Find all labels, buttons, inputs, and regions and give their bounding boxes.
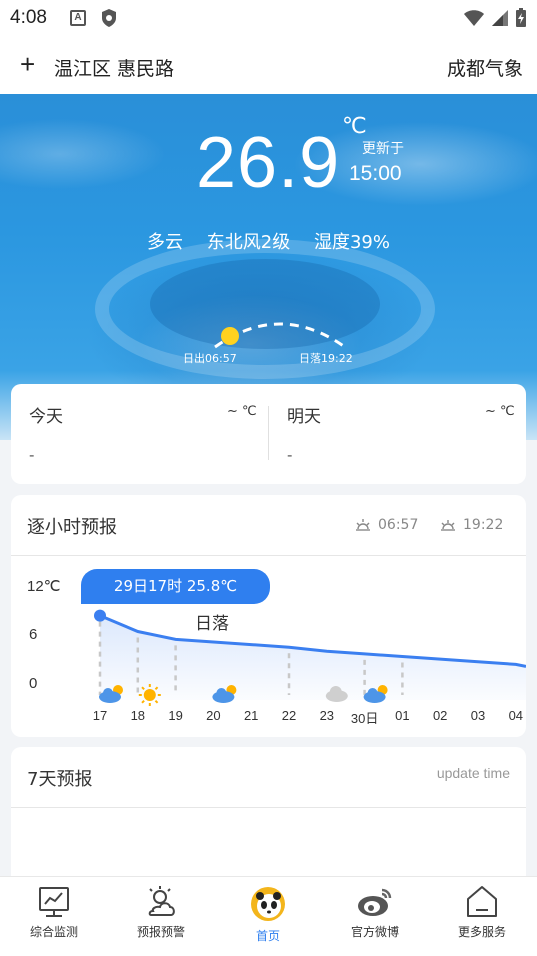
tomorrow-label: 明天 <box>287 407 321 427</box>
bottom-navigation: 综合监测 预报预警 首页 官方微博 更多服务 <box>0 876 537 956</box>
x-tick-label: 01 <box>395 708 410 723</box>
signal-icon <box>492 10 508 26</box>
today-value: - <box>29 446 35 464</box>
add-location-button[interactable]: + <box>20 51 35 77</box>
x-tick-label: 23 <box>319 708 335 723</box>
daily-summary-card: 今天 ~ ℃ - 明天 ~ ℃ - <box>11 384 526 484</box>
seven-day-forecast-card: 7天预报 update time <box>11 747 526 887</box>
sunrise-label: 日出06:57 <box>183 352 237 365</box>
status-bar: 4:08 A <box>0 0 537 38</box>
nav-item-home[interactable]: 首页 <box>218 885 318 944</box>
updated-label: 更新于 <box>362 141 404 157</box>
week-title: 7天预报 <box>27 769 93 790</box>
hourly-forecast-card: 逐小时预报 06:57 19:22 12℃ 6 0 29日17时 25.8℃ 日… <box>11 495 526 737</box>
nav-item-more-services[interactable]: 更多服务 <box>432 885 532 940</box>
battery-icon <box>516 8 526 27</box>
chart-tooltip: 29日17时 25.8℃ <box>81 569 270 604</box>
x-tick-label: 04 <box>508 708 524 723</box>
weibo-icon <box>358 888 392 916</box>
shield-icon <box>100 8 118 32</box>
status-time: 4:08 <box>10 7 47 28</box>
tomorrow-value: - <box>287 446 293 464</box>
weather-description: 多云 <box>147 232 184 253</box>
chart-area <box>100 615 526 700</box>
nav-item-forecast-warning[interactable]: 预报预警 <box>111 885 211 940</box>
weather-warning-icon <box>148 886 175 916</box>
more-services-icon <box>467 886 497 917</box>
wind-info: 东北风2级 <box>206 232 291 253</box>
location-title[interactable]: 温江区 惠民路 <box>54 54 174 81</box>
x-tick-label: 18 <box>130 708 146 723</box>
hourly-temperature-chart[interactable] <box>11 495 526 737</box>
x-tick-label: 22 <box>281 708 297 723</box>
app-header: + 温江区 惠民路 成都气象 <box>0 38 537 94</box>
x-tick-label: 20 <box>206 708 221 723</box>
brand-title: 成都气象 <box>446 58 523 80</box>
current-conditions: 多云 东北风2级 湿度39% <box>0 228 537 254</box>
x-tick-label: 02 <box>432 708 448 723</box>
update-time-label: update time <box>436 765 510 781</box>
divider <box>268 406 269 460</box>
updated-time: 15:00 <box>349 162 402 185</box>
tomorrow-range: ~ ℃ <box>485 404 515 419</box>
x-tick-label: 17 <box>92 708 108 723</box>
temperature-point <box>94 609 106 622</box>
sunset-label: 日落19:22 <box>299 352 353 365</box>
nav-item-monitor[interactable]: 综合监测 <box>4 885 104 940</box>
nav-item-weibo[interactable]: 官方微博 <box>325 885 425 940</box>
today-label: 今天 <box>29 407 63 427</box>
x-tick-label: 30日 <box>350 711 379 726</box>
x-tick-label: 03 <box>470 708 486 723</box>
wifi-icon <box>464 10 484 26</box>
x-tick-label: 21 <box>243 708 259 723</box>
notification-a-icon: A <box>70 10 86 26</box>
today-range: ~ ℃ <box>227 404 257 419</box>
current-temperature: 26.9 <box>196 123 341 203</box>
x-tick-label: 19 <box>168 708 183 723</box>
monitor-icon <box>39 887 69 917</box>
panda-home-icon <box>251 887 285 921</box>
humidity-info: 湿度39% <box>313 232 390 253</box>
sunset-marker-label: 日落 <box>195 614 229 634</box>
sun-path-arc <box>214 322 346 349</box>
sun-icon <box>221 327 239 345</box>
temperature-unit: ℃ <box>342 114 367 139</box>
